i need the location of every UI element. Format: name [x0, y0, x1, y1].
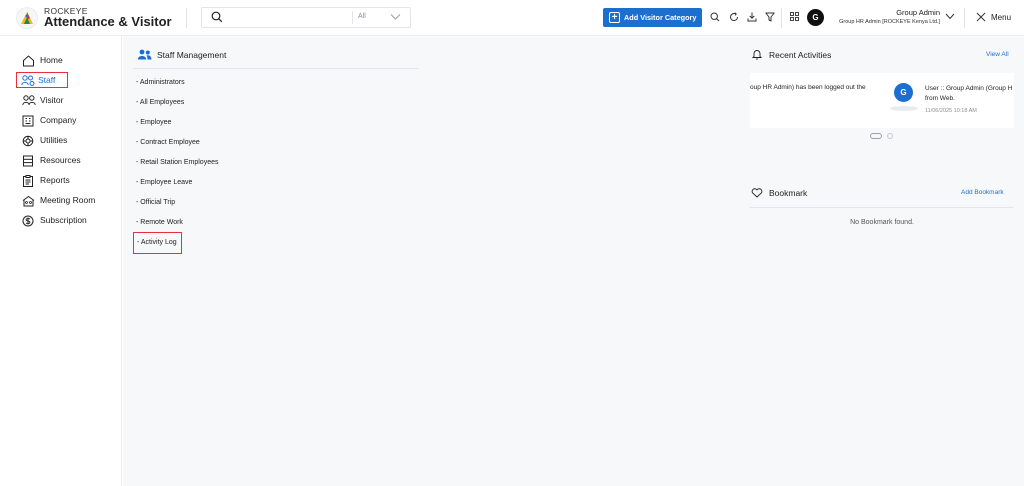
close-icon — [976, 12, 986, 22]
search-icon[interactable] — [211, 11, 223, 23]
sidebar-item-label: Resources — [40, 155, 81, 165]
activity-avatar: G — [894, 83, 913, 102]
meeting-room-icon — [22, 195, 35, 207]
divider — [186, 8, 187, 28]
link-activity-log[interactable]: - Activity Log — [133, 232, 182, 254]
search-input[interactable] — [230, 10, 345, 25]
chevron-down-icon[interactable] — [945, 13, 955, 20]
top-bar: ROCKEYE Attendance & Visitor All + Add V… — [0, 0, 1024, 36]
bookmark-title: Bookmark — [769, 188, 808, 198]
link-administrators[interactable]: - Administrators — [136, 79, 185, 86]
user-avatar[interactable]: G — [807, 9, 824, 26]
sidebar-item-label: Staff — [38, 75, 56, 85]
link-retail-station-employees[interactable]: - Retail Station Employees — [136, 159, 218, 166]
add-visitor-category-button[interactable]: + Add Visitor Category — [603, 8, 702, 27]
sidebar-item-label: Company — [40, 115, 77, 125]
reports-icon — [23, 175, 33, 187]
user-name[interactable]: Group Admin — [896, 8, 940, 17]
main-content: Staff Management - Administrators - All … — [123, 36, 1024, 486]
sidebar-item-label: Subscription — [40, 215, 87, 225]
download-icon[interactable] — [747, 12, 757, 22]
activity-item-text: oup HR Admin) has been logged out the — [750, 84, 866, 91]
user-role: Group HR Admin [ROCKEYE Kenya Ltd.] — [839, 19, 940, 25]
visitor-icon — [22, 95, 36, 106]
sidebar-item-label: Reports — [40, 175, 70, 185]
page-title: Staff Management — [157, 50, 227, 60]
link-contract-employee[interactable]: - Contract Employee — [136, 139, 200, 146]
home-icon — [23, 55, 34, 67]
recent-activities-title: Recent Activities — [769, 50, 832, 60]
resources-icon — [23, 155, 33, 167]
activity-carousel[interactable]: oup HR Admin) has been logged out the G … — [750, 73, 1014, 128]
activity-item-text: User :: Group Admin (Group H from Web. — [925, 84, 1012, 104]
carousel-dot[interactable] — [887, 133, 893, 139]
staff-group-icon — [137, 49, 152, 60]
activity-timestamp: 11/06/2025 10:18 AM — [925, 108, 977, 114]
carousel-dot-active[interactable] — [870, 133, 882, 139]
link-remote-work[interactable]: - Remote Work — [136, 219, 183, 226]
refresh-icon[interactable] — [729, 12, 739, 22]
divider — [781, 8, 782, 28]
search-icon[interactable] — [710, 12, 720, 22]
filter-icon[interactable] — [765, 12, 775, 22]
sidebar-item-label: Home — [40, 55, 63, 65]
link-employee[interactable]: - Employee — [136, 119, 171, 126]
chevron-down-icon[interactable] — [390, 13, 401, 21]
rockeye-logo-icon[interactable] — [16, 7, 38, 29]
bell-icon — [752, 50, 762, 60]
view-all-link[interactable]: View All — [986, 51, 1009, 58]
search-divider — [352, 11, 353, 24]
add-visitor-category-label: Add Visitor Category — [624, 13, 697, 22]
link-employee-leave[interactable]: - Employee Leave — [136, 179, 192, 186]
utilities-icon — [22, 135, 34, 147]
staff-icon — [21, 75, 35, 86]
subscription-icon — [22, 215, 34, 227]
sidebar-item-staff[interactable]: Staff — [16, 72, 68, 88]
sidebar: Home Staff Visitor Company Utilities Res… — [0, 36, 122, 486]
menu-label: Menu — [991, 13, 1012, 22]
plus-icon: + — [609, 12, 620, 23]
sidebar-item-label: Visitor — [40, 95, 64, 105]
divider — [964, 8, 965, 28]
link-all-employees[interactable]: - All Employees — [136, 99, 184, 106]
sidebar-item-label: Meeting Room — [40, 195, 96, 205]
divider — [133, 68, 418, 69]
apps-grid-icon[interactable] — [790, 12, 799, 21]
heart-icon — [751, 188, 763, 198]
link-official-trip[interactable]: - Official Trip — [136, 199, 175, 206]
brand-title: Attendance & Visitor — [44, 14, 172, 29]
empty-bookmark-message: No Bookmark found. — [850, 219, 914, 226]
avatar-shadow — [890, 106, 918, 111]
search-filter-select[interactable]: All — [358, 13, 366, 20]
add-bookmark-link[interactable]: Add Bookmark — [961, 189, 1004, 196]
company-icon — [22, 115, 34, 127]
activity-text-line: User :: Group Admin (Group H — [925, 85, 1013, 92]
global-search[interactable]: All — [201, 7, 411, 28]
divider — [750, 207, 1014, 208]
sidebar-item-label: Utilities — [40, 135, 68, 145]
activity-text-line: from Web. — [925, 95, 955, 102]
